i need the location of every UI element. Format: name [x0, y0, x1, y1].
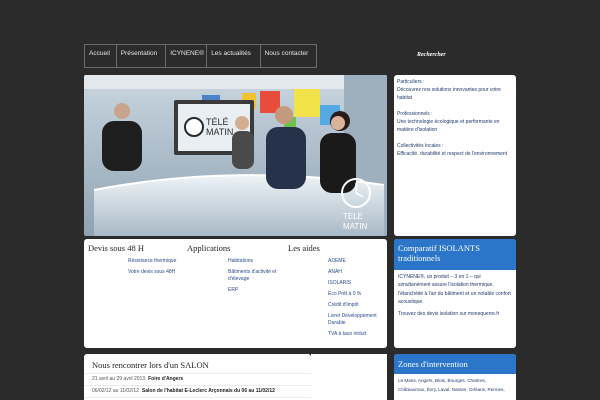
zones-title: Zones d'intervention: [394, 354, 516, 374]
applications-link[interactable]: ERP: [228, 287, 292, 294]
info-particuliers-title: Particuliers :: [397, 79, 425, 85]
aides-link[interactable]: TVA à taux réduit: [328, 331, 392, 338]
salon-side-panel: [311, 354, 387, 400]
comparatif-devis-link[interactable]: Trouvez des devis isolation sur monequer…: [394, 310, 516, 321]
salon-row[interactable]: 06/02/12 au 11/02/12 Salon de l'habitat E…: [84, 386, 311, 398]
info-collectivites-title: Collectivités locales :: [397, 143, 444, 149]
info-particuliers-text[interactable]: Découvrez nos solutions innovantes pour …: [397, 86, 513, 102]
applications-heading: Applications: [187, 243, 231, 253]
aides-list: ADEME ANAH ISOLARIS Eco Prêt à 0 % Crédi…: [328, 258, 392, 342]
devis-link[interactable]: Votre devis sous 48H: [128, 269, 192, 276]
applications-link[interactable]: Habitations: [228, 258, 292, 265]
aides-link[interactable]: ANAH: [328, 269, 392, 276]
nav-item-actualites[interactable]: Les actualités: [207, 45, 261, 67]
links-panel: Devis sous 48 H Résistance thermique Vot…: [84, 239, 387, 348]
devis-heading: Devis sous 48 H: [88, 243, 144, 253]
devis-link[interactable]: Résistance thermique: [128, 258, 192, 265]
search-link[interactable]: Rechercher: [417, 52, 446, 58]
nav-item-contact[interactable]: Nous contacter: [261, 45, 316, 67]
comparatif-title[interactable]: Comparatif ISOLANTS traditionnels: [394, 239, 516, 270]
aides-link[interactable]: ADEME: [328, 258, 392, 265]
nav-item-accueil[interactable]: Accueil: [85, 45, 117, 67]
comparatif-box: Comparatif ISOLANTS traditionnels ICYNEN…: [394, 239, 516, 348]
aides-link[interactable]: Eco Prêt à 0 %: [328, 291, 392, 298]
salon-date: 06/02/12 au 11/02/12: [92, 388, 139, 394]
aides-heading: Les aides: [288, 243, 320, 253]
info-professionnels-text[interactable]: Une technologie écologique et performant…: [397, 118, 513, 134]
aides-link[interactable]: Livret Développement Durable: [328, 313, 392, 327]
salon-row[interactable]: 21 avril au 29 avril 2013 Foire d'Angers: [84, 374, 311, 386]
hero-logo-line2: MATIN: [343, 222, 368, 231]
info-professionnels: Professionnels : Une technologie écologi…: [397, 110, 513, 134]
nav-item-presentation[interactable]: Présentation: [117, 45, 167, 67]
salon-event: Salon de l'habitat E-Leclerc Arçonnais d…: [141, 388, 275, 394]
svg-text:TÉLÉ: TÉLÉ: [206, 117, 229, 127]
info-collectivites-text[interactable]: Efficacité, durabilité et respect de l'e…: [397, 150, 513, 158]
info-professionnels-title: Professionnels :: [397, 111, 433, 117]
aides-link[interactable]: ISOLARIS: [328, 280, 392, 287]
nav-item-icynene[interactable]: ICYNENE®: [166, 45, 208, 67]
salon-event: Foire d'Angers: [148, 376, 184, 382]
hero-video-still[interactable]: TÉLÉ MATIN TELE MATIN: [84, 75, 387, 236]
salon-date: 21 avril au 29 avril 2013: [92, 376, 146, 382]
applications-list: Habitations Bâtiments d'activité et d'él…: [228, 258, 292, 298]
svg-text:MATIN: MATIN: [206, 127, 233, 137]
hero-logo-line1: TELE: [343, 212, 363, 221]
main-nav: Accueil Présentation ICYNENE® Les actual…: [84, 44, 317, 68]
comparatif-text: ICYNENE®, un produit – 3 en 1 – qui simu…: [398, 274, 511, 306]
devis-list: Résistance thermique Votre devis sous 48…: [128, 258, 192, 280]
salon-title: Nous rencontrer lors d'un SALON: [84, 354, 311, 374]
audience-info-box: Particuliers : Découvrez nos solutions i…: [394, 75, 516, 236]
salon-section: Nous rencontrer lors d'un SALON 21 avril…: [84, 354, 311, 400]
applications-link[interactable]: Bâtiments d'activité et d'élevage: [228, 269, 292, 283]
aides-link[interactable]: Crédit d'impôt: [328, 302, 392, 309]
info-particuliers: Particuliers : Découvrez nos solutions i…: [397, 78, 513, 102]
tv-studio-image: TÉLÉ MATIN TELE MATIN: [84, 75, 387, 236]
zones-section: Zones d'intervention Le Mans, Angers, Bl…: [394, 354, 516, 400]
info-collectivites: Collectivités locales : Efficacité, dura…: [397, 142, 513, 158]
zones-text: Le Mans, Angers, Blois, Bourges, Chartre…: [398, 378, 505, 392]
